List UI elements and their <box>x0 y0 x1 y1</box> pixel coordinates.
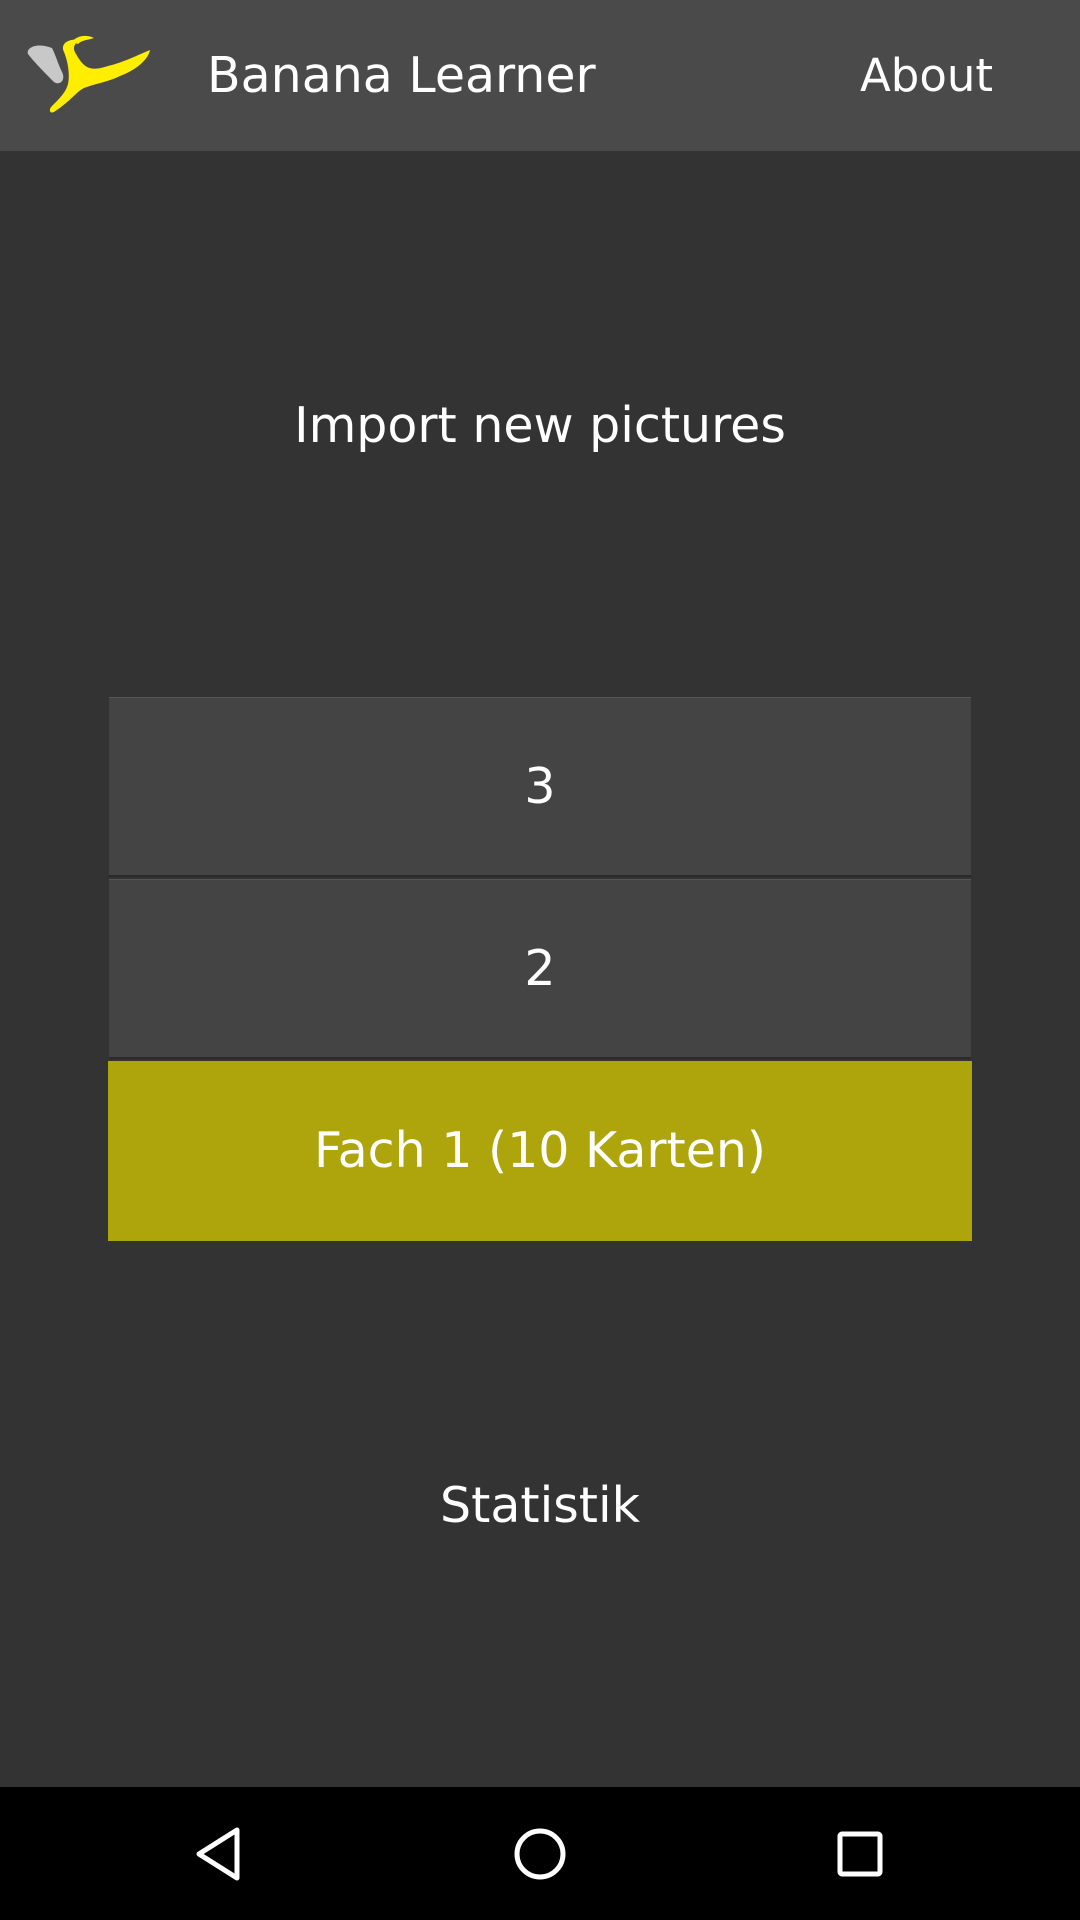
home-circle-icon <box>514 1828 566 1879</box>
back-triangle-icon <box>196 1827 240 1880</box>
recents-button[interactable] <box>780 1787 940 1920</box>
app-screen: Banana Learner About Import new pictures… <box>0 0 1080 1920</box>
navigation-bar <box>0 1787 1080 1920</box>
main-content: Import new pictures 3 2 Fach 1 (10 Karte… <box>0 151 1080 1787</box>
box-2[interactable]: 2 <box>109 879 971 1059</box>
action-bar: Banana Learner About <box>0 0 1080 151</box>
box-3[interactable]: 3 <box>109 697 971 877</box>
about-button[interactable]: About <box>860 46 1060 106</box>
app-title: Banana Learner <box>207 47 596 104</box>
banana-logo-icon <box>27 35 151 113</box>
recents-square-icon <box>837 1831 883 1876</box>
statistics-button[interactable]: Statistik <box>0 1466 1080 1546</box>
box-1-selected[interactable]: Fach 1 (10 Karten) <box>108 1061 972 1241</box>
home-button[interactable] <box>460 1787 620 1920</box>
back-button[interactable] <box>141 1787 301 1920</box>
import-pictures-button[interactable]: Import new pictures <box>0 386 1080 466</box>
